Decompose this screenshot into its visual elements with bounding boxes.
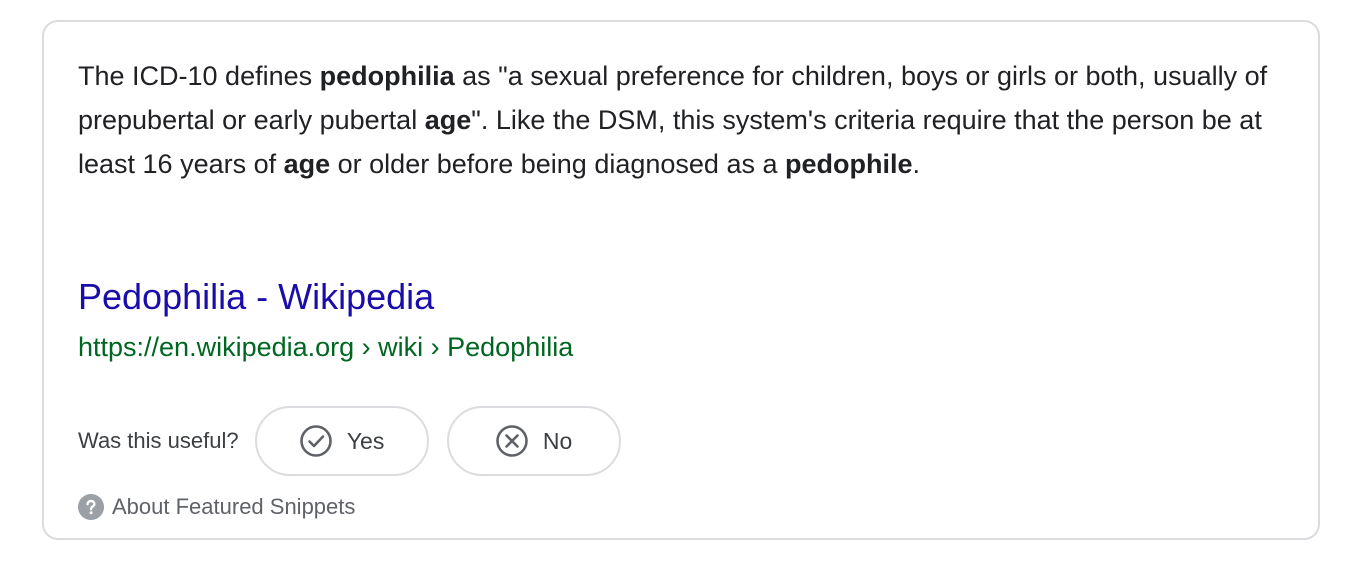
yes-label: Yes xyxy=(346,427,385,454)
about-featured-snippets-link[interactable]: About Featured Snippets xyxy=(78,494,355,520)
check-circle-icon xyxy=(299,424,333,458)
about-label: About Featured Snippets xyxy=(112,494,356,519)
snippet-highlight: age xyxy=(424,105,472,135)
snippet-text-part: or older before being diagnosed as a xyxy=(330,149,785,179)
feedback-row: Was this useful? Yes No xyxy=(78,406,639,476)
help-circle-icon xyxy=(78,494,104,520)
snippet-text: The ICD-10 defines pedophilia as "a sexu… xyxy=(78,54,1298,186)
snippet-text-part: The ICD-10 defines xyxy=(78,61,320,91)
result-title-link[interactable]: Pedophilia - Wikipedia xyxy=(78,274,434,320)
snippet-text-part: . xyxy=(912,149,920,179)
no-button[interactable]: No xyxy=(446,406,621,476)
no-label: No xyxy=(542,427,573,454)
snippet-highlight: age xyxy=(283,149,331,179)
snippet-highlight: pedophile xyxy=(784,149,913,179)
x-circle-icon xyxy=(495,424,529,458)
result-url: https://en.wikipedia.org › wiki › Pedoph… xyxy=(78,332,574,362)
featured-snippet-card: The ICD-10 defines pedophilia as "a sexu… xyxy=(42,20,1320,540)
yes-button[interactable]: Yes xyxy=(254,406,429,476)
feedback-question: Was this useful? xyxy=(78,428,239,453)
snippet-highlight: pedophilia xyxy=(319,61,455,91)
